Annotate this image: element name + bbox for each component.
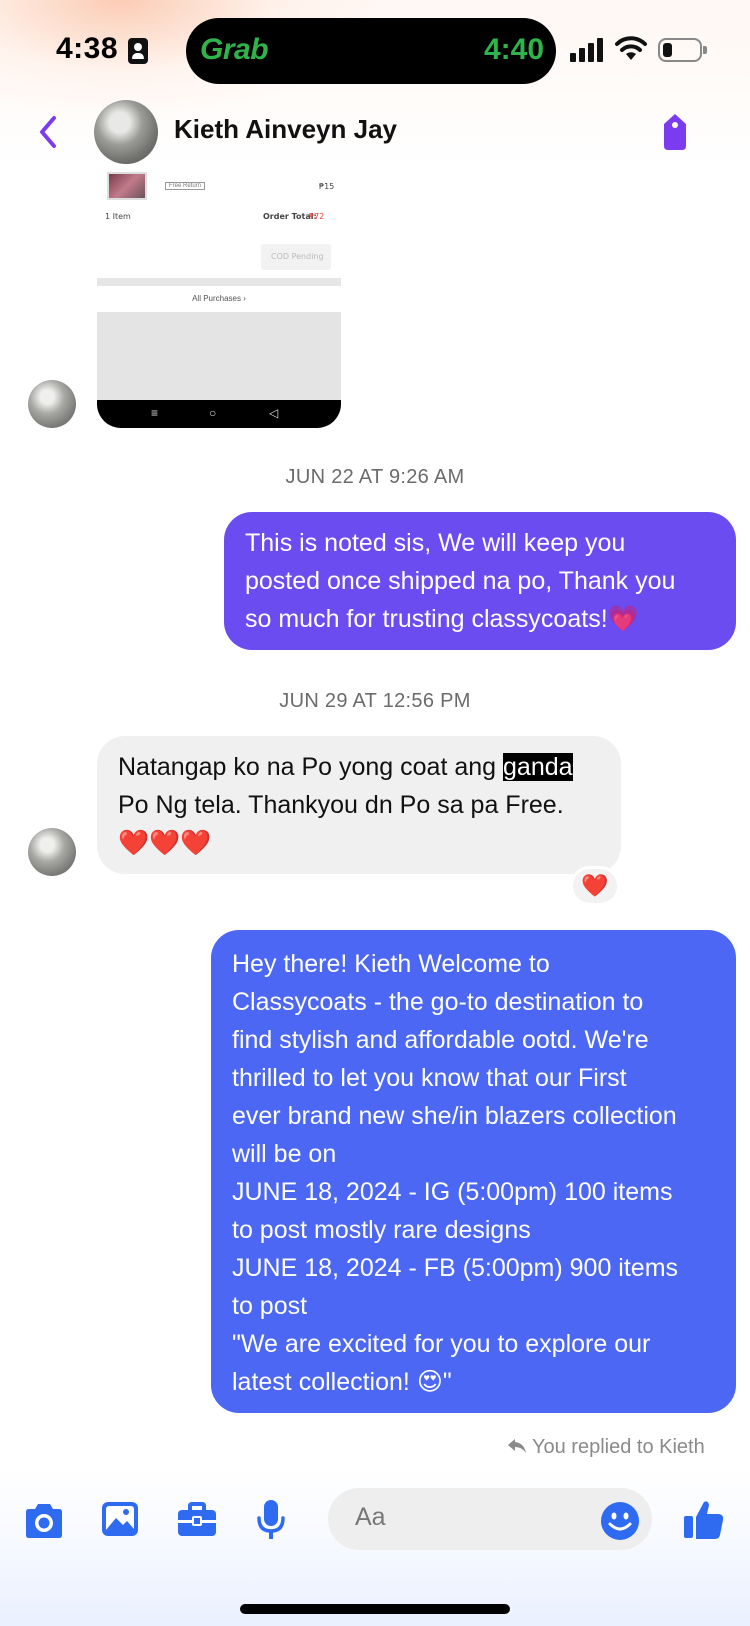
tag-icon[interactable] bbox=[658, 112, 692, 152]
message-line: to post mostly rare designs bbox=[232, 1216, 531, 1244]
timestamp: JUN 22 AT 9:26 AM bbox=[285, 466, 465, 488]
outgoing-message[interactable]: Hey there! Kieth Welcome to Classycoats … bbox=[211, 930, 736, 1413]
message-line: Natangap ko na Po yong coat ang ganda bbox=[118, 753, 573, 781]
message-line: ❤️❤️❤️ bbox=[118, 829, 212, 857]
message-line: so much for trusting classycoats!💗 bbox=[245, 605, 639, 633]
item-price: ₱15 bbox=[319, 182, 335, 191]
thumbs-up-icon[interactable] bbox=[682, 1498, 726, 1542]
sender-avatar[interactable] bbox=[28, 828, 76, 876]
item-count: 1 Item bbox=[105, 212, 131, 221]
status-time: 4:38 bbox=[56, 32, 119, 65]
emoji-icon[interactable] bbox=[600, 1501, 640, 1541]
message-line: posted once shipped na po, Thank you bbox=[245, 567, 676, 595]
sender-avatar[interactable] bbox=[28, 380, 76, 428]
message-line: latest collection! 😍" bbox=[232, 1368, 452, 1396]
contact-name[interactable]: Kieth Ainveyn Jay bbox=[174, 114, 397, 145]
contact-avatar[interactable] bbox=[94, 100, 158, 164]
incoming-message[interactable]: Natangap ko na Po yong coat ang ganda Po… bbox=[97, 736, 621, 874]
message-line: thrilled to let you know that our First bbox=[232, 1064, 627, 1092]
message-line: to post bbox=[232, 1292, 308, 1320]
message-line: will be on bbox=[232, 1140, 337, 1168]
heart-reaction[interactable]: ❤️ bbox=[570, 866, 620, 906]
highlighted-word: ganda bbox=[503, 753, 573, 781]
product-thumbnail bbox=[107, 172, 147, 200]
android-nav-bar: ≡ ○ ◁ bbox=[97, 400, 341, 428]
wifi-icon bbox=[615, 36, 647, 60]
divider bbox=[97, 278, 341, 286]
message-input-placeholder: Aa bbox=[355, 1503, 386, 1531]
message-line: JUNE 18, 2024 - FB (5:00pm) 900 items bbox=[232, 1254, 679, 1282]
id-card-icon bbox=[128, 38, 148, 64]
battery-icon bbox=[658, 38, 707, 62]
shared-image-message[interactable]: Free Return ₱15 1 Item Order Total: ₱72 … bbox=[97, 168, 341, 428]
signal-icon bbox=[570, 38, 606, 62]
message-line: find stylish and affordable ootd. We're bbox=[232, 1026, 649, 1054]
free-return-badge: Free Return bbox=[165, 182, 206, 190]
reply-arrow-icon bbox=[508, 1439, 526, 1453]
blank-area bbox=[97, 312, 341, 402]
home-indicator bbox=[240, 1604, 510, 1614]
camera-icon[interactable] bbox=[22, 1502, 66, 1540]
back-chevron-icon[interactable] bbox=[30, 110, 70, 154]
timestamp: JUN 29 AT 12:56 PM bbox=[279, 690, 471, 712]
grab-logo: Grab bbox=[200, 33, 269, 66]
message-line: JUNE 18, 2024 - IG (5:00pm) 100 items bbox=[232, 1178, 673, 1206]
reply-status: You replied to Kieth bbox=[506, 1436, 705, 1459]
outgoing-message[interactable]: This is noted sis, We will keep you post… bbox=[224, 512, 736, 650]
message-line: Hey there! Kieth Welcome to bbox=[232, 950, 550, 978]
order-total-value: ₱72 bbox=[309, 212, 325, 221]
briefcase-icon[interactable] bbox=[176, 1502, 218, 1538]
all-purchases-link: All Purchases › bbox=[192, 294, 246, 303]
message-line: ever brand new she/in blazers collection bbox=[232, 1102, 677, 1130]
message-line: "We are excited for you to explore our bbox=[232, 1330, 651, 1358]
message-line: Classycoats - the go-to destination to bbox=[232, 988, 644, 1016]
message-line: Po Ng tela. Thankyou dn Po sa pa Free. bbox=[118, 791, 564, 819]
message-line: This is noted sis, We will keep you bbox=[245, 529, 626, 557]
microphone-icon[interactable] bbox=[256, 1498, 286, 1542]
live-activity-time: 4:40 bbox=[484, 33, 545, 66]
status-pill: COD Pending bbox=[261, 244, 331, 270]
gallery-icon[interactable] bbox=[100, 1500, 140, 1538]
